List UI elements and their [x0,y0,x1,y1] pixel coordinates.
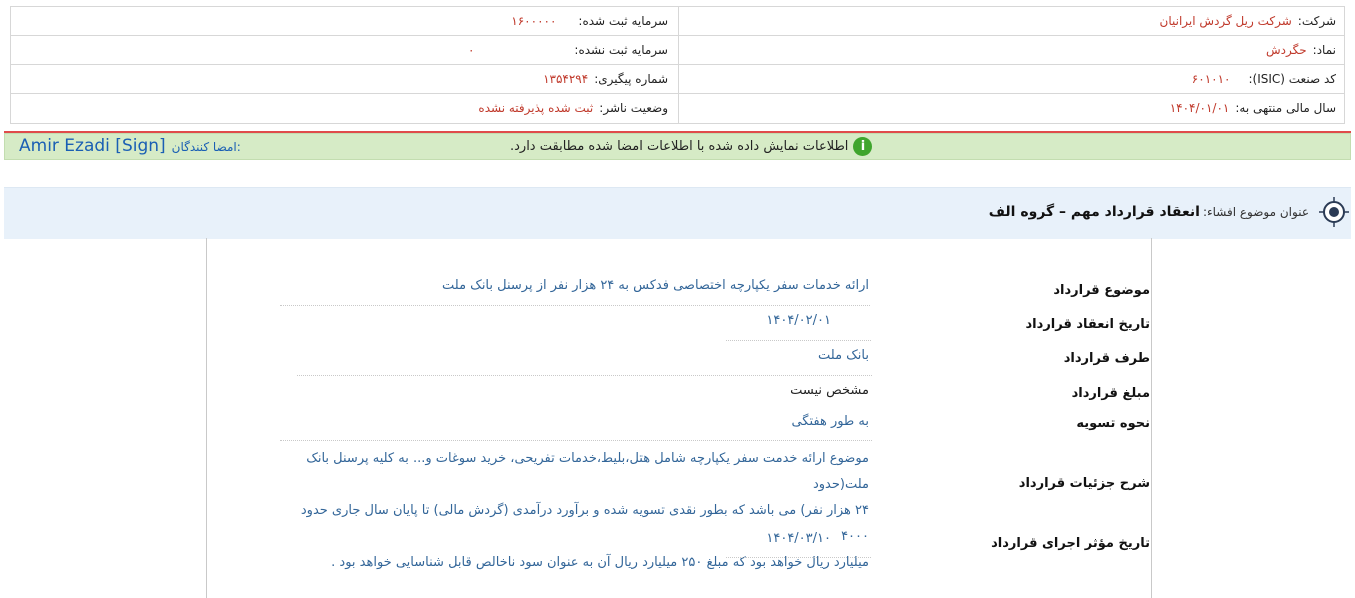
isic-label: کد صنعت (ISIC): [1248,72,1336,86]
row-separator [726,557,871,558]
signers: Amir Ezadi [Sign] امضا کنندگان: [19,134,241,159]
tracking-label: شماره پیگیری: [594,72,668,86]
symbol-value: حگردش [1266,43,1307,57]
target-icon [1319,197,1349,227]
isic-value: ۶۰۱۰۱۰ [1191,72,1231,86]
subject-title: انعقاد قرارداد مهم – گروه الف [988,204,1200,220]
contract-amount-value: مشخص نیست [790,383,869,398]
contract-date-value: ۱۴۰۴/۰۲/۰۱ [766,313,831,328]
symbol-label: نماد: [1312,43,1336,57]
disclosure-subject-bar: عنوان موضوع افشاء:انعقاد قرارداد مهم – گ… [4,187,1351,239]
publisher-status-cell: وضعیت ناشر: ثبت شده پذیرفته نشده [478,94,668,122]
disclosure-subject: عنوان موضوع افشاء:انعقاد قرارداد مهم – گ… [989,188,1309,238]
registered-capital-label: سرمایه ثبت شده: [578,14,668,28]
contract-amount-label: مبلغ قرارداد [1071,386,1150,401]
settlement-label: نحوه تسویه [1076,416,1150,431]
row-separator [726,340,871,341]
publisher-status-label: وضعیت ناشر: [599,101,668,115]
symbol-cell: نماد: حگردش [1266,36,1336,64]
fiscal-value: ۱۴۰۴/۰۱/۰۱ [1169,101,1230,115]
signers-label: امضا کنندگان: [171,140,241,154]
company-value: شرکت ریل گردش ایرانیان [1159,14,1292,28]
company-cell: شرکت: شرکت ریل گردش ایرانیان [1160,7,1336,35]
unregistered-capital-cell: سرمایه ثبت نشده: ۰ [468,36,668,64]
description-label: شرح جزئیات قرارداد [1018,476,1150,491]
verification-message: i اطلاعات نمایش داده شده با اطلاعات امضا … [510,134,873,159]
row-separator [280,440,872,441]
effective-date-value: ۱۴۰۴/۰۳/۱۰ [766,531,831,546]
unregistered-capital-label: سرمایه ثبت نشده: [574,43,668,57]
signer-name-link[interactable]: Amir Ezadi [Sign] [19,136,166,156]
company-label: شرکت: [1297,14,1336,28]
row-separator [297,375,872,376]
settlement-value: به طور هفتگی [791,414,869,429]
signature-bar: Amir Ezadi [Sign] امضا کنندگان: i اطلاعات … [4,133,1351,160]
verification-text: اطلاعات نمایش داده شده با اطلاعات امضا ش… [510,139,849,154]
description-line: میلیارد ریال خواهد بود که مبلغ ۲۵۰ میلیا… [331,555,869,570]
registered-capital-value: ۱۶۰۰۰۰۰ [511,14,557,28]
contract-subject-label: موضوع قرارداد [1053,283,1150,298]
info-row-fiscal: سال مالی منتهی به: ۱۴۰۴/۰۱/۰۱ وضعیت ناشر:… [11,94,1344,123]
info-icon: i [853,137,873,156]
publisher-status-value: ثبت شده پذیرفته نشده [478,101,594,115]
fiscal-label: سال مالی منتهی به: [1235,101,1336,115]
description-line: موضوع ارائه خدمت سفر یکپارچه شامل هتل،بل… [306,451,869,492]
fiscal-cell: سال مالی منتهی به: ۱۴۰۴/۰۱/۰۱ [1170,94,1336,122]
registered-capital-cell: سرمایه ثبت شده: ۱۶۰۰۰۰۰ [511,7,668,35]
unregistered-capital-value: ۰ [467,43,475,57]
info-row-symbol: نماد: حگردش سرمایه ثبت نشده: ۰ [11,36,1344,65]
info-row-isic: کد صنعت (ISIC): ۶۰۱۰۱۰ شماره پیگیری: ۱۳۵۴۲… [11,65,1344,94]
contract-party-label: طرف قرارداد [1063,351,1150,366]
tracking-cell: شماره پیگیری: ۱۳۵۴۲۹۴ [543,65,668,93]
tracking-value: ۱۳۵۴۲۹۴ [543,72,589,86]
isic-cell: کد صنعت (ISIC): ۶۰۱۰۱۰ [1192,65,1336,93]
subject-label: عنوان موضوع افشاء: [1202,205,1309,219]
contract-date-label: تاریخ انعقاد قرارداد [1025,317,1150,332]
contract-party-value: بانک ملت [818,348,869,363]
company-info-table: شرکت: شرکت ریل گردش ایرانیان سرمایه ثبت ش… [10,6,1345,124]
effective-date-label: تاریخ مؤثر اجرای قرارداد [991,536,1150,551]
row-separator [280,305,870,306]
info-row-company: شرکت: شرکت ریل گردش ایرانیان سرمایه ثبت ش… [11,7,1344,36]
contract-subject-value: ارائه خدمات سفر یکپارچه اختصاصی فدکس به … [442,278,869,293]
